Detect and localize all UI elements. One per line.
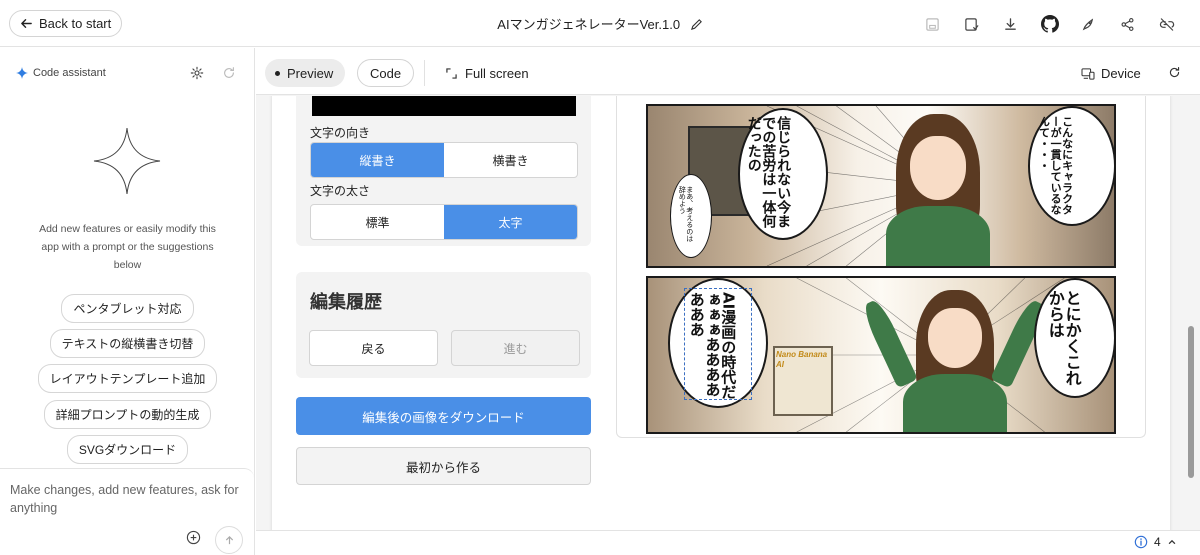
gear-icon[interactable] [190,66,204,85]
manga-image: 信じられない今までの苦労は一体何だったの まあ、考えるのは辞めよう こんなにキャ… [616,96,1146,438]
issues-count: 4 [1154,535,1161,549]
active-dot-icon [275,70,280,76]
share-icon[interactable] [1108,12,1147,36]
prompt-placeholder: Make changes, add new features, ask for … [10,483,239,515]
manga-panel-3: Nano Banana AI AI漫画の時代だぁぁぁあああああああ とにかくこれ… [646,276,1116,434]
expand-icon [446,68,457,79]
device-icon [1081,67,1095,80]
device-button[interactable]: Device [1081,66,1141,81]
refresh-icon[interactable] [222,66,236,85]
reload-icon[interactable] [1168,66,1181,84]
suggestion-chip[interactable]: テキストの縦横書き切替 [49,329,206,358]
toolbar-divider [424,60,425,86]
tab-code[interactable]: Code [357,59,415,87]
add-circle-icon[interactable] [186,530,201,550]
top-bar: Back to start AIマンガジェネレーターVer.1.0 [0,0,1200,47]
speech-bubble-text: AI漫画の時代だぁぁぁあああああああ [687,292,738,400]
code-assistant-header: Code assistant [16,67,106,79]
character-body [903,374,1007,432]
weight-bold-button[interactable]: 太字 [444,205,577,239]
full-screen-label: Full screen [465,66,529,81]
arrow-up-icon [225,535,233,544]
preview-toolbar: Preview Code Full screen Device [256,48,1200,95]
speech-bubble-text: 信じられない今までの苦労は一体何だったの [745,116,792,228]
weight-normal-button[interactable]: 標準 [311,205,444,239]
edit-history-panel: 編集履歴 戻る 進む [296,272,591,378]
direction-toggle: 縦書き 横書き [310,142,578,178]
app-card: 文字の向き 縦書き 横書き 文字の太さ 標準 太字 編集履歴 戻る 進む 編集後… [272,96,1170,555]
manga-panel-2: 信じられない今までの苦労は一体何だったの まあ、考えるのは辞めよう こんなにキャ… [646,104,1116,268]
color-swatch[interactable] [312,96,576,116]
github-icon[interactable] [1030,12,1069,36]
deploy-rocket-icon[interactable] [1069,12,1108,36]
device-label: Device [1101,66,1141,81]
direction-vertical-button[interactable]: 縦書き [311,143,444,177]
save-as-icon[interactable] [952,12,991,36]
suggestion-chip[interactable]: レイアウトテンプレート追加 [37,364,218,393]
start-over-button[interactable]: 最初から作る [296,447,591,485]
send-button[interactable] [215,526,243,554]
app-preview: 文字の向き 縦書き 横書き 文字の太さ 標準 太字 編集履歴 戻る 進む 編集後… [256,96,1200,555]
scrollbar-thumb[interactable] [1188,326,1194,478]
code-assistant-panel: Code assistant Add new features or easil… [0,48,255,555]
code-assistant-title: Code assistant [33,67,106,79]
weight-toggle: 標準 太字 [310,204,578,240]
character-face [910,136,966,200]
character-face [928,308,982,368]
history-title: 編集履歴 [310,292,382,312]
speech-bubble-text: こんなにキャラクターが一貫しているなんて・・・ [1037,116,1074,215]
large-sparkle-icon [92,126,162,201]
thought-bubble-text: まあ、考えるのは辞めよう [678,186,694,242]
tab-preview[interactable]: Preview [265,59,346,87]
direction-label: 文字の向き [310,126,371,140]
tab-preview-label: Preview [287,65,334,81]
save-icon[interactable] [913,12,952,36]
character-body [886,206,990,266]
info-icon [1134,535,1148,549]
edit-pencil-icon[interactable] [690,18,703,34]
suggestion-chip[interactable]: SVGダウンロード [66,435,189,464]
speech-bubble-text: とにかくこれからは [1045,290,1082,386]
issues-indicator[interactable]: 4 [1134,535,1177,549]
full-screen-button[interactable]: Full screen [446,66,529,81]
download-edited-image-button[interactable]: 編集後の画像をダウンロード [296,397,591,435]
undo-button[interactable]: 戻る [309,330,438,366]
redo-button[interactable]: 進む [451,330,580,366]
text-settings-panel: 文字の向き 縦書き 横書き 文字の太さ 標準 太字 [296,96,591,246]
weight-label: 文字の太さ [310,184,371,198]
preview-area: Preview Code Full screen Device 文字の向き 縦書… [256,48,1200,555]
direction-horizontal-button[interactable]: 横書き [444,143,577,177]
tab-code-label: Code [370,65,402,81]
link-off-icon[interactable] [1147,12,1186,36]
chevron-up-icon [1168,539,1176,545]
suggestion-chip[interactable]: 詳細プロンプトの動的生成 [43,400,212,429]
suggestion-chip[interactable]: ペンタブレット対応 [61,294,194,323]
app-title-text: AIマンガジェネレーターVer.1.0 [497,17,681,32]
sparkle-icon [16,67,28,79]
download-icon[interactable] [991,12,1030,36]
prompt-input[interactable]: Make changes, add new features, ask for … [0,468,254,555]
sign-text: Nano Banana AI [776,350,828,369]
status-bar: 4 [256,530,1200,555]
assistant-description: Add new features or easily modify this a… [39,223,216,271]
